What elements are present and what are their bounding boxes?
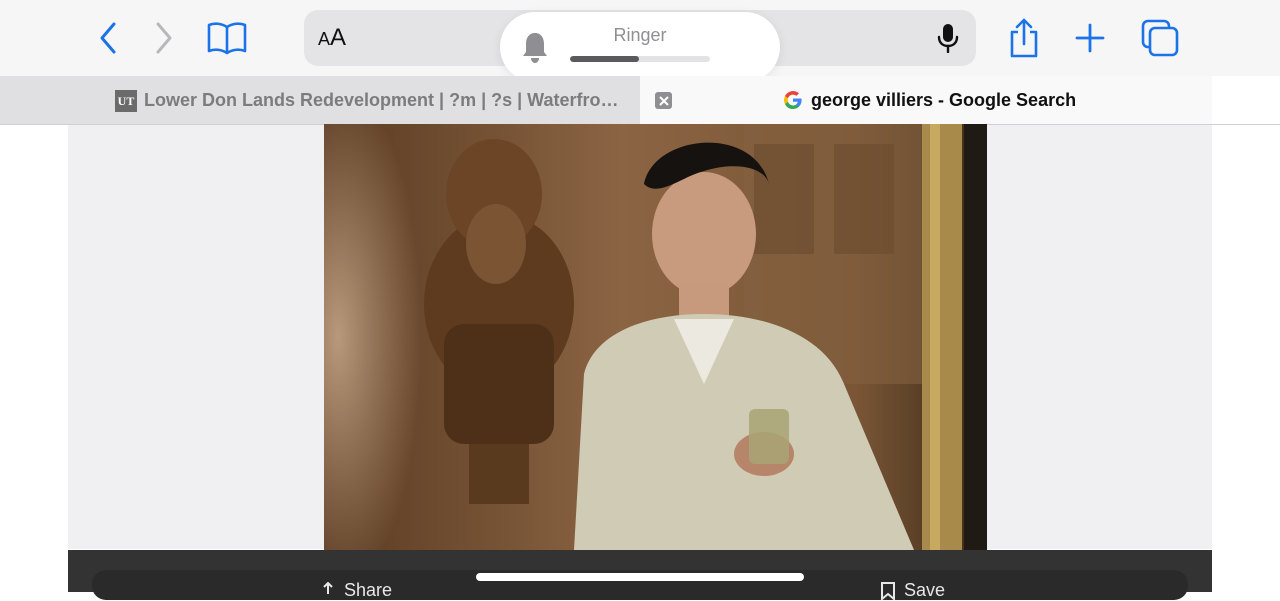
photo-illustration xyxy=(324,124,987,550)
tab-bar: UT Lower Don Lands Redevelopment | ?m | … xyxy=(0,76,1280,125)
share-button[interactable] xyxy=(1000,14,1048,62)
bell-icon xyxy=(523,33,547,63)
tab-lower-don-lands[interactable]: UT Lower Don Lands Redevelopment | ?m | … xyxy=(0,76,640,124)
ringer-volume-fill xyxy=(570,56,639,62)
share-small-icon xyxy=(323,581,333,594)
tab-bar-spacer xyxy=(1212,76,1280,124)
text-size-big-letter: A xyxy=(330,24,347,51)
ringer-label: Ringer xyxy=(613,25,667,45)
share-icon xyxy=(1010,18,1038,58)
tabs-icon xyxy=(1141,19,1179,57)
microphone-icon xyxy=(937,24,959,53)
text-size-button[interactable]: AA xyxy=(318,24,346,52)
new-tab-icon xyxy=(1075,23,1105,53)
bottom-action-bar: Share Save xyxy=(68,550,1212,600)
share-label: Share xyxy=(344,580,393,600)
bookmarks-button[interactable] xyxy=(203,14,251,62)
save-result-button[interactable]: Save xyxy=(880,580,945,601)
save-label: Save xyxy=(904,580,946,600)
bookmarks-icon xyxy=(207,22,247,55)
tab-title: george villiers - Google Search xyxy=(811,90,1077,110)
share-result-button[interactable]: Share xyxy=(320,580,392,601)
back-icon xyxy=(100,22,116,54)
google-icon xyxy=(784,91,802,109)
back-button[interactable] xyxy=(84,14,132,62)
close-icon xyxy=(658,95,669,106)
new-tab-button[interactable] xyxy=(1066,14,1114,62)
home-indicator[interactable] xyxy=(476,573,804,581)
tab-title: Lower Don Lands Redevelopment | ?m | ?s … xyxy=(144,90,624,110)
tabs-overview-button[interactable] xyxy=(1136,14,1184,62)
search-result-image[interactable] xyxy=(324,124,987,550)
ringer-volume-hud: Ringer xyxy=(500,12,780,82)
text-size-small-letter: A xyxy=(318,29,331,49)
close-tab-button[interactable] xyxy=(655,92,672,109)
voice-search-button[interactable] xyxy=(936,22,960,54)
ringer-volume-track xyxy=(570,56,710,62)
forward-icon xyxy=(156,22,172,54)
ut-favicon-icon: UT xyxy=(115,90,137,112)
forward-button[interactable] xyxy=(140,14,188,62)
tab-google-search[interactable]: george villiers - Google Search xyxy=(640,76,1212,124)
bookmark-icon xyxy=(881,581,895,600)
